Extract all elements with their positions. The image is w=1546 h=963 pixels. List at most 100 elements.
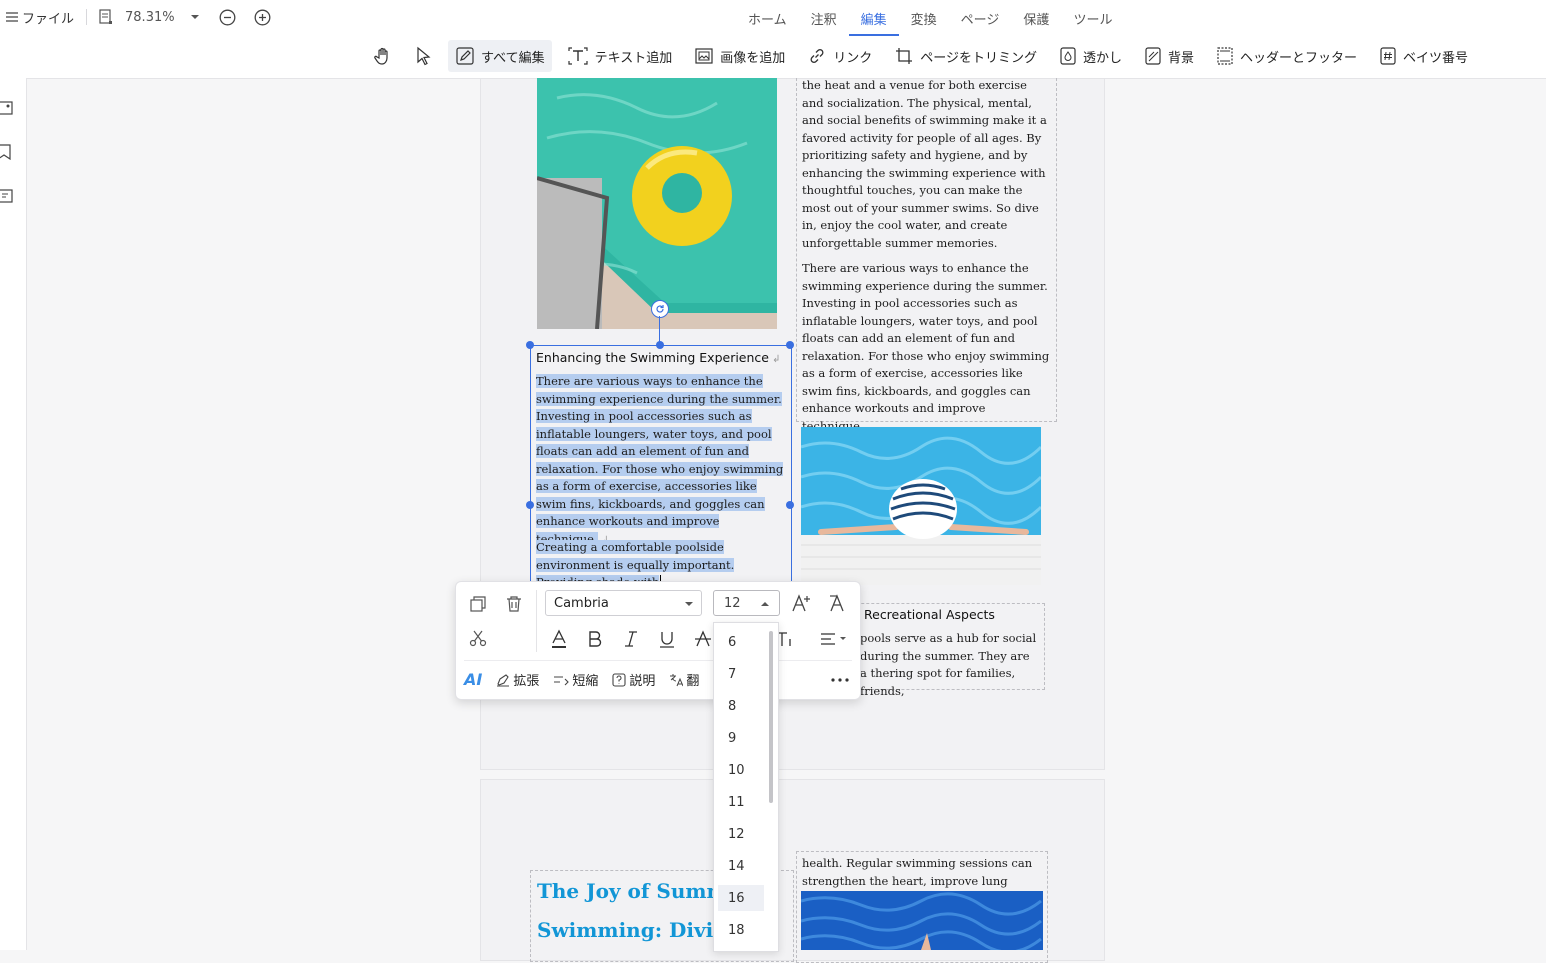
watermark-button[interactable]: 透かし <box>1052 40 1129 72</box>
recreational-heading: Recreational Aspects <box>864 607 995 622</box>
image-icon <box>694 46 714 66</box>
hash-icon <box>1379 46 1397 66</box>
resize-handle-mr[interactable] <box>786 501 794 509</box>
resize-handle-tm[interactable] <box>656 341 664 349</box>
tab-home[interactable]: ホーム <box>736 7 799 32</box>
shorten-label: 短縮 <box>572 674 599 689</box>
zoom-out-icon[interactable] <box>219 9 236 26</box>
bold-button[interactable] <box>584 628 606 650</box>
explain-label: 説明 <box>629 674 656 689</box>
explain-icon <box>612 672 626 687</box>
more-button[interactable] <box>828 670 852 690</box>
shorten-button[interactable]: 短縮 <box>553 670 598 689</box>
font-size-option[interactable]: 6 <box>718 629 764 655</box>
right-column-paragraph-2: There are various ways to enhance the sw… <box>802 261 1050 433</box>
background-button[interactable]: 背景 <box>1137 40 1201 72</box>
page2-title-line2: Swimming: Divin <box>537 918 728 942</box>
separator <box>536 590 537 652</box>
tab-edit[interactable]: 編集 <box>848 7 899 36</box>
dropdown-scrollbar[interactable] <box>769 631 773 803</box>
translate-button[interactable]: 翻 <box>669 670 699 689</box>
right-column-paragraph-1: the heat and a venue for both exercise a… <box>802 78 1047 250</box>
select-tool-button[interactable] <box>408 40 440 72</box>
font-color-button[interactable] <box>548 628 570 650</box>
resize-handle-tl[interactable] <box>526 341 534 349</box>
selected-paragraph-2-text: Creating a comfortable poolside environm… <box>536 540 735 581</box>
font-size-option[interactable]: 11 <box>718 789 764 815</box>
expand-button[interactable]: 拡張 <box>496 670 539 689</box>
link-button[interactable]: リンク <box>800 40 879 72</box>
explain-button[interactable]: 説明 <box>612 670 655 689</box>
font-size-option-hovered[interactable]: 16 <box>718 885 764 911</box>
tab-page[interactable]: ページ <box>949 7 1012 32</box>
comment-icon[interactable] <box>0 188 16 204</box>
file-menu[interactable]: ファイル <box>6 8 74 27</box>
zoom-dropdown-icon[interactable] <box>190 14 199 20</box>
rotate-icon <box>656 305 664 313</box>
rotate-handle[interactable] <box>651 300 669 318</box>
font-size-option[interactable]: 14 <box>718 853 764 879</box>
add-text-button[interactable]: テキスト追加 <box>560 40 680 72</box>
top-toolbar: ファイル 78.31% ホーム 注釈 編集 変換 ページ 保護 ツール すべて編… <box>0 0 1546 79</box>
swimmer-hat-image[interactable] <box>801 427 1041 585</box>
cursor-arrow-icon <box>415 46 433 66</box>
left-sidebar <box>0 78 27 950</box>
decrease-font-button[interactable] <box>826 592 850 614</box>
font-size-option[interactable]: 12 <box>718 821 764 847</box>
resize-handle-ml[interactable] <box>526 501 534 509</box>
section-heading-text: Enhancing the Swimming Experience <box>536 350 769 365</box>
strikethrough-icon <box>695 630 711 647</box>
ai-actions: AI 拡張 短縮 説明 翻 <box>464 670 699 689</box>
selected-paragraph-2[interactable]: Creating a comfortable poolside environm… <box>536 539 784 581</box>
align-button[interactable] <box>816 628 850 650</box>
zoom-value[interactable]: 78.31% <box>125 10 175 25</box>
underline-button[interactable] <box>656 628 678 650</box>
menu-tabs: ホーム 注釈 編集 変換 ページ 保護 ツール <box>736 7 1124 36</box>
font-size-select[interactable]: 12 <box>713 590 780 616</box>
tab-tools[interactable]: ツール <box>1061 7 1124 32</box>
bookmark-icon[interactable] <box>0 144 16 160</box>
tab-protect[interactable]: 保護 <box>1011 7 1061 32</box>
align-left-icon <box>821 633 846 645</box>
font-size-option[interactable]: 9 <box>718 725 764 751</box>
strikethrough-button[interactable] <box>692 628 714 650</box>
watermark-label: 透かし <box>1082 50 1122 66</box>
font-family-select[interactable]: Cambria <box>545 590 702 616</box>
trash-icon <box>507 596 521 612</box>
cut-button[interactable] <box>468 628 488 648</box>
header-footer-icon <box>1216 46 1234 66</box>
crop-page-button[interactable]: ページをトリミング <box>887 40 1044 72</box>
font-size-option[interactable]: 10 <box>718 757 764 783</box>
edit-all-button[interactable]: すべて編集 <box>448 40 552 72</box>
font-size-option[interactable]: 7 <box>718 661 764 687</box>
tab-convert[interactable]: 変換 <box>899 7 949 32</box>
chevron-down-icon <box>685 602 693 606</box>
link-icon <box>807 46 827 66</box>
thumbnail-icon[interactable] <box>0 100 16 116</box>
font-size-option[interactable]: 18 <box>718 917 764 943</box>
tab-annotate[interactable]: 注釈 <box>799 7 849 32</box>
scissors-icon <box>469 630 487 647</box>
pool-float-image[interactable] <box>537 78 777 329</box>
font-size-option[interactable]: 8 <box>718 693 764 719</box>
italic-button[interactable] <box>620 628 642 650</box>
delete-button[interactable] <box>504 594 524 614</box>
hand-tool-button[interactable] <box>366 40 400 72</box>
resize-handle-tr[interactable] <box>786 341 794 349</box>
add-image-button[interactable]: 画像を追加 <box>687 40 792 72</box>
add-text-label: テキスト追加 <box>594 50 673 66</box>
ai-icon[interactable]: AI <box>464 670 482 689</box>
zoom-in-icon[interactable] <box>254 9 271 26</box>
copy-button[interactable] <box>468 594 488 614</box>
selected-paragraph-1[interactable]: There are various ways to enhance the sw… <box>536 373 784 549</box>
bates-number-button[interactable]: ベイツ番号 <box>1372 40 1475 72</box>
font-increase-icon <box>792 594 810 612</box>
crop-page-label: ページをトリミング <box>920 50 1037 66</box>
increase-font-button[interactable] <box>790 592 814 614</box>
text-box-icon <box>567 46 589 66</box>
header-footer-button[interactable]: ヘッダーとフッター <box>1209 40 1364 72</box>
section-heading[interactable]: Enhancing the Swimming Experience ↲ <box>536 350 786 365</box>
pool-water-image[interactable] <box>801 891 1043 950</box>
translate-icon <box>670 673 684 686</box>
page-view-icon[interactable] <box>99 9 113 25</box>
